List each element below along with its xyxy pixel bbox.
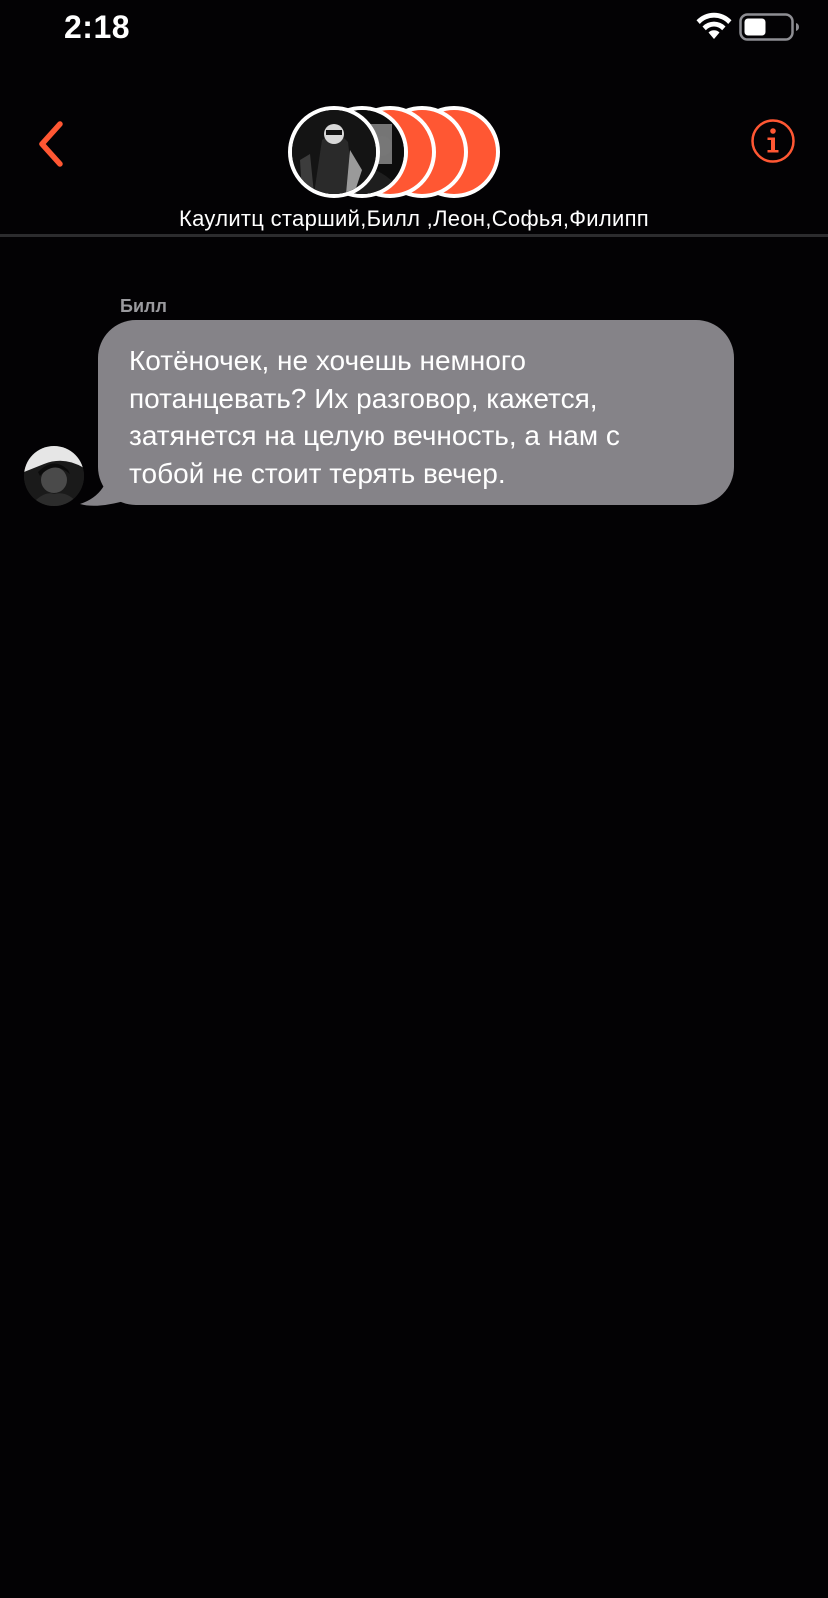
message-bubble-container[interactable]: Котёночек, не хочешь немного потанцевать… xyxy=(80,320,740,510)
battery-icon xyxy=(739,13,799,41)
info-circle-icon[interactable] xyxy=(750,118,796,164)
participant-avatar xyxy=(288,106,380,198)
status-time: 2:18 xyxy=(64,9,131,45)
sender-avatar[interactable] xyxy=(24,446,84,506)
header-divider xyxy=(0,234,828,237)
message-line: потанцевать? Их разговор, кажется, xyxy=(129,382,598,414)
chat-screen: 2:18 Каулитц старший,Билл ,Леон,Софья,Фи… xyxy=(0,0,828,1598)
participants-label[interactable]: Каулитц старший,Билл ,Леон,Софья,Филипп xyxy=(0,206,828,232)
message-line: затянется на целую вечность, а нам с xyxy=(129,420,620,451)
message-line: Котёночек, не хочешь немного xyxy=(129,345,526,376)
chat-header: Каулитц старший,Билл ,Леон,Софья,Филипп xyxy=(0,56,828,238)
message-text: Котёночек, не хочешь немного потанцевать… xyxy=(129,342,704,492)
message-line: тобой не стоит терять вечер. xyxy=(129,457,506,489)
status-bar: 2:18 xyxy=(0,0,828,56)
message-bubble[interactable]: Котёночек, не хочешь немного потанцевать… xyxy=(98,320,734,505)
wifi-icon xyxy=(696,12,732,39)
group-avatar-stack[interactable] xyxy=(288,106,528,198)
message-sender-name: Билл xyxy=(120,296,167,316)
chevron-left-icon[interactable] xyxy=(30,116,74,172)
